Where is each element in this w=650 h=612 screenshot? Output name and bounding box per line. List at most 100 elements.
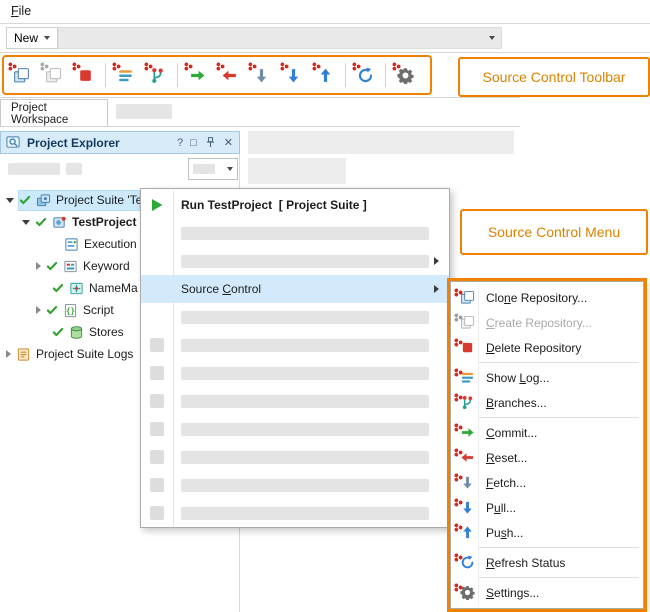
menu-item-placeholder[interactable]: [141, 331, 449, 359]
git-badge-icon: [454, 498, 463, 507]
tree-item-script[interactable]: Script: [36, 300, 119, 320]
menu-item-label: Show Log...: [479, 371, 549, 385]
git-badge-icon: [454, 553, 463, 562]
expander-open-icon[interactable]: [22, 220, 30, 225]
close-button[interactable]: ✕: [224, 136, 233, 149]
menu-item-blur: [181, 507, 429, 520]
tree-item-project-suite-logs[interactable]: Project Suite Logs: [6, 344, 138, 364]
pull-button[interactable]: [280, 62, 306, 88]
reset-button[interactable]: [216, 62, 242, 88]
menu-item-label: Push...: [479, 526, 523, 540]
menu-item-push[interactable]: Push...: [451, 520, 643, 545]
keyword-tests-icon: [63, 259, 78, 274]
menu-item-label: Fetch...: [479, 476, 526, 490]
menu-item-label: Branches...: [479, 396, 547, 410]
expander-closed-icon[interactable]: [36, 306, 41, 314]
maximize-button[interactable]: □: [190, 137, 197, 149]
commit-button[interactable]: [184, 62, 210, 88]
menu-item-label: Delete Repository: [479, 341, 581, 355]
menu-item-placeholder[interactable]: [141, 387, 449, 415]
menu-item-blur: [181, 311, 429, 324]
menu-item-branches[interactable]: Branches...: [451, 390, 643, 415]
menu-item-placeholder[interactable]: [141, 359, 449, 387]
expander-closed-icon[interactable]: [6, 350, 11, 358]
menu-icon-placeholder: [150, 394, 164, 408]
expander-open-icon[interactable]: [6, 198, 14, 203]
menu-separator: [479, 362, 639, 363]
menu-item-placeholder[interactable]: [141, 471, 449, 499]
branches-button[interactable]: [144, 62, 170, 88]
source-control-toolbar-callout: Source Control Toolbar: [458, 57, 650, 97]
tree-item-name-mapping[interactable]: NameMa: [52, 278, 143, 298]
toolbar-combobox[interactable]: [58, 27, 502, 49]
menu-item-reset[interactable]: Reset...: [451, 445, 643, 470]
delete-repository-button[interactable]: [72, 62, 98, 88]
chevron-down-icon: [44, 36, 50, 40]
menu-item-settings[interactable]: Settings...: [451, 580, 643, 605]
show-log-button[interactable]: [112, 62, 138, 88]
run-icon: [149, 197, 165, 213]
menu-icon-placeholder: [150, 478, 164, 492]
tree-item-keyword-tests[interactable]: Keyword: [36, 256, 135, 276]
menu-item-delete-repository[interactable]: Delete Repository: [451, 335, 643, 360]
pin-button[interactable]: [204, 136, 217, 149]
menu-item-blur: [181, 451, 429, 464]
menu-item-placeholder[interactable]: [141, 219, 449, 247]
panel-placeholder: [248, 131, 514, 154]
menu-icon-placeholder: [150, 338, 164, 352]
git-badge-icon: [216, 62, 225, 71]
menu-item-placeholder[interactable]: [141, 247, 449, 275]
toolbar-separator: [385, 63, 386, 87]
git-badge-icon: [40, 62, 49, 71]
submenu-arrow-icon: [434, 257, 439, 265]
menu-item-show-log[interactable]: Show Log...: [451, 365, 643, 390]
source-control-menu-callout: Source Control Menu: [460, 209, 648, 255]
toolbar-separator: [177, 63, 178, 87]
menu-item-create-repository[interactable]: Create Repository...: [451, 310, 643, 335]
tree-item-stores[interactable]: Stores: [52, 322, 129, 342]
script-icon: [63, 303, 78, 318]
git-badge-icon: [8, 62, 17, 71]
menu-item-placeholder[interactable]: [141, 499, 449, 527]
toolbar-separator: [105, 63, 106, 87]
expander-closed-icon[interactable]: [36, 262, 41, 270]
menu-item-refresh-status[interactable]: Refresh Status: [451, 550, 643, 575]
help-button[interactable]: ?: [177, 137, 183, 149]
menu-item-clone-repository[interactable]: Clone Repository...: [451, 285, 643, 310]
menu-item-placeholder[interactable]: [141, 415, 449, 443]
refresh-status-button[interactable]: [352, 62, 378, 88]
settings-button[interactable]: [392, 62, 418, 88]
check-icon: [35, 216, 47, 228]
menu-item-pull[interactable]: Pull...: [451, 495, 643, 520]
menu-item-source-control[interactable]: Source Control: [141, 275, 449, 303]
project-icon: [52, 215, 67, 230]
menu-file[interactable]: File: [11, 4, 31, 18]
menu-item-placeholder[interactable]: [141, 443, 449, 471]
create-repository-button[interactable]: [40, 62, 66, 88]
menu-separator: [479, 547, 639, 548]
menu-item-fetch[interactable]: Fetch...: [451, 470, 643, 495]
explorer-toolbar-placeholder: [8, 163, 60, 175]
git-badge-icon: [454, 338, 463, 347]
push-button[interactable]: [312, 62, 338, 88]
menu-item-label: Settings...: [479, 586, 539, 600]
new-button[interactable]: New: [6, 27, 58, 49]
explorer-dropdown[interactable]: [188, 158, 238, 180]
git-badge-icon: [312, 62, 321, 71]
tab-project-workspace[interactable]: Project Workspace: [0, 99, 108, 127]
menu-item-placeholder[interactable]: [141, 303, 449, 331]
git-badge-icon: [184, 62, 193, 71]
tab-placeholder[interactable]: [116, 104, 172, 119]
tree-item-project-suite[interactable]: Project Suite 'Te: [6, 190, 147, 210]
git-badge-icon: [280, 62, 289, 71]
check-icon: [46, 304, 58, 316]
menu-item-blur: [181, 395, 429, 408]
stores-icon: [69, 325, 84, 340]
clone-repository-button[interactable]: [8, 62, 34, 88]
menu-item-run-testproject[interactable]: Run TestProject [ Project Suite ]: [141, 191, 449, 219]
menu-item-commit[interactable]: Commit...: [451, 420, 643, 445]
git-badge-icon: [112, 62, 121, 71]
fetch-button[interactable]: [248, 62, 274, 88]
tree-item-testproject[interactable]: TestProject: [22, 212, 141, 232]
git-badge-icon: [454, 473, 463, 482]
